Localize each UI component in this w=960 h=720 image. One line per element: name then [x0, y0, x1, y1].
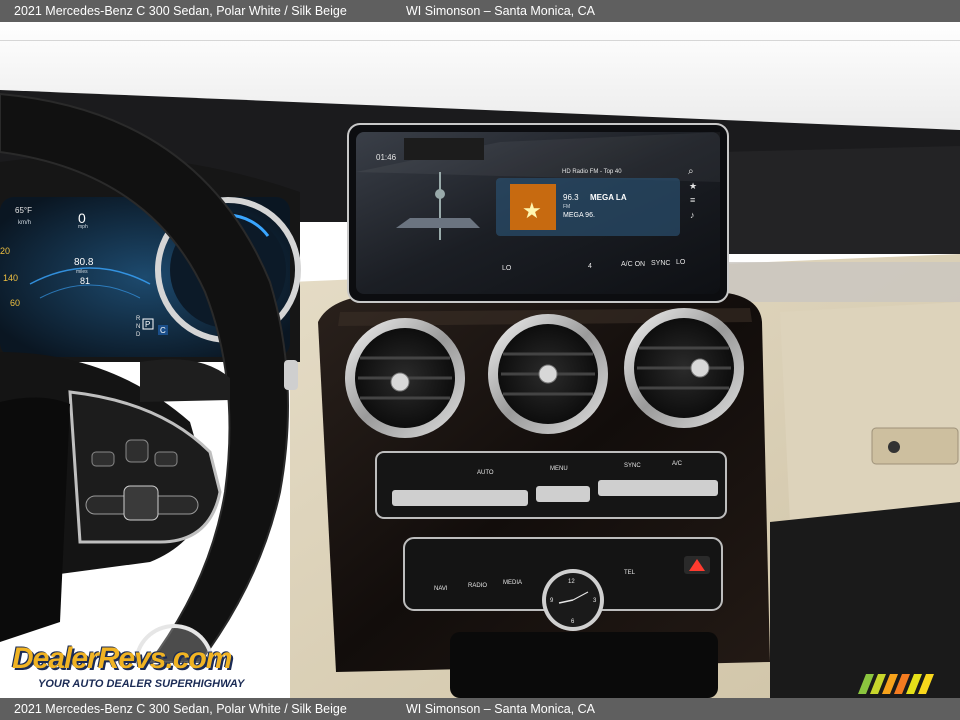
infotainment-screen[interactable]: 01:46 HD Radio FM - Top 40 ★ 96.3 FM MEG…	[347, 123, 729, 303]
odometer-unit: miles	[76, 269, 88, 275]
screen-label-lo-right[interactable]: LO	[676, 259, 686, 266]
fan-slider[interactable]	[536, 486, 590, 502]
btn-media[interactable]: MEDIA	[503, 580, 522, 586]
screen-label-ac-on[interactable]: A/C ON	[621, 261, 645, 268]
clock-12: 12	[568, 579, 575, 585]
music-note-icon[interactable]: ♪	[690, 210, 695, 220]
star-icon: ★	[522, 198, 542, 223]
caption-vehicle-bottom: 2021 Mercedes-Benz C 300 Sedan, Polar Wh…	[14, 702, 347, 716]
climate-sync[interactable]: SYNC	[624, 463, 641, 469]
btn-radio[interactable]: RADIO	[468, 583, 487, 589]
screen-fan-level[interactable]: 4	[588, 263, 592, 270]
dealer-watermark: DealerRevs.com YOUR AUTO DEALER SUPERHIG…	[10, 622, 280, 694]
climate-ac[interactable]: A/C	[672, 461, 683, 467]
gear-d: D	[136, 332, 141, 338]
caption-vehicle: 2021 Mercedes-Benz C 300 Sedan, Polar Wh…	[14, 4, 347, 18]
caption-bar-top: 2021 Mercedes-Benz C 300 Sedan, Polar Wh…	[0, 0, 960, 22]
station-name: MEGA LA	[590, 193, 627, 202]
screen-label-sync[interactable]: SYNC	[651, 260, 670, 267]
speed-unit: km/h	[18, 220, 31, 226]
footwell	[770, 502, 960, 698]
odometer: 80.8	[74, 257, 94, 268]
screen-clock: 01:46	[376, 153, 397, 162]
gear-p: P	[145, 320, 150, 329]
climate-menu[interactable]: MENU	[550, 466, 568, 472]
air-vent-left[interactable]	[345, 318, 465, 438]
gear-r: R	[136, 316, 141, 322]
air-vent-right[interactable]	[624, 308, 744, 428]
search-icon[interactable]: ⌕	[688, 166, 694, 177]
gear-n: N	[136, 324, 140, 330]
scale-left-0: 20	[0, 246, 10, 256]
watermark-tagline: YOUR AUTO DEALER SUPERHIGHWAY	[38, 678, 245, 690]
caption-bar-bottom: 2021 Mercedes-Benz C 300 Sedan, Polar Wh…	[0, 698, 960, 720]
band: FM	[563, 204, 570, 210]
cupholder-cover[interactable]	[450, 632, 718, 698]
scale-left-1: 140	[3, 273, 18, 283]
drive-mode-badge: C	[160, 326, 166, 335]
favorite-icon[interactable]: ★	[689, 181, 697, 191]
station-header: HD Radio FM - Top 40	[562, 169, 622, 175]
frequency: 96.3	[563, 193, 579, 202]
btn-navi[interactable]: NAVI	[434, 586, 448, 592]
temp-left-slider[interactable]	[392, 490, 528, 506]
glovebox-handle	[871, 427, 959, 465]
temp-right-slider[interactable]	[598, 480, 718, 496]
dashboard-photo: 65°F km/h 0 mph 80.8 miles 81 20 140 60 …	[0, 22, 960, 698]
caption-dealer: WI Simonson – Santa Monica, CA	[406, 4, 595, 18]
climate-panel: AUTO MENU SYNC A/C	[375, 451, 727, 519]
station-sub: MEGA 96.	[563, 212, 595, 219]
scale-left-2: 60	[10, 298, 20, 308]
watermark-logo: DealerRevs.com	[12, 642, 232, 675]
climate-auto[interactable]: AUTO	[477, 470, 494, 476]
btn-tel[interactable]: TEL	[624, 570, 636, 576]
air-vent-center[interactable]	[488, 314, 608, 434]
caption-dealer-bottom: WI Simonson – Santa Monica, CA	[406, 702, 595, 716]
digital-speed-unit: mph	[78, 224, 88, 230]
screen-label-lo-left[interactable]: LO	[502, 265, 512, 272]
list-icon[interactable]: ≡	[690, 195, 695, 205]
stripe-logo-icon	[858, 674, 934, 694]
outside-temp: 65°F	[15, 206, 32, 215]
range: 81	[80, 276, 90, 286]
